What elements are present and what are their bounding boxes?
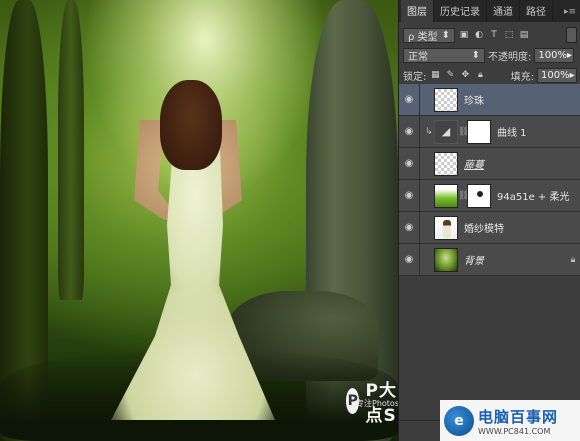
layer-thumbnail <box>434 87 458 112</box>
layer-name[interactable]: 94a51e + 柔光 <box>497 188 580 203</box>
tab-channels[interactable]: 通道 <box>487 0 520 22</box>
eye-icon[interactable]: ◉ <box>399 190 419 201</box>
eye-icon[interactable]: ◉ <box>399 222 419 233</box>
chevron-down-icon: ⬍ <box>441 29 450 41</box>
layer-row-curves[interactable]: ◉ ↳ ◢ ⛓︎ 曲线 1 <box>399 116 580 148</box>
tree-trunk-left-2 <box>58 0 84 300</box>
layer-divider <box>419 180 420 211</box>
layer-thumbnail <box>434 247 458 272</box>
filter-kind-value: ρ 类型 <box>408 31 438 43</box>
filter-kind-select[interactable]: ρ 类型 ⬍ <box>403 27 455 43</box>
lock-move-icon[interactable]: ✥ <box>459 69 471 81</box>
layer-row-background[interactable]: ◉ 背景 🔒︎ <box>399 244 580 276</box>
layer-divider <box>419 244 420 275</box>
opacity-label: 不透明度: <box>488 51 532 63</box>
document-canvas[interactable]: P P大点S 专注Photoshop教程 <box>0 0 398 441</box>
opacity-value: 100% <box>538 49 567 61</box>
filter-shape-icon[interactable]: ⬚ <box>503 29 515 41</box>
layer-name[interactable]: 背景 <box>464 252 565 267</box>
layer-row-bride[interactable]: ◉ 婚纱模特 <box>399 212 580 244</box>
tab-layers[interactable]: 图层 <box>401 0 434 22</box>
blend-mode-select[interactable]: 正常 ⬍ <box>403 47 485 63</box>
lock-row: 锁定: ▦ ✎ ✥ 🔒︎ 填充: 100% ▸ <box>399 65 580 85</box>
layer-name[interactable]: 曲线 1 <box>497 124 580 139</box>
panel-tabbar: 图层 历史记录 通道 路径 ▸≡ <box>399 0 580 22</box>
fill-field[interactable]: 100% ▸ <box>537 67 577 83</box>
layer-row-tree[interactable]: ◉ ⛓︎ 94a51e + 柔光 <box>399 180 580 212</box>
clipping-arrow-icon: ↳ <box>425 126 433 137</box>
filter-toggle[interactable] <box>566 27 577 43</box>
opacity-field[interactable]: 100% ▸ <box>534 47 575 63</box>
layer-divider <box>419 148 420 179</box>
site-logo-icon: e <box>444 405 474 436</box>
site-url: WWW.PC841.COM <box>478 426 551 436</box>
layer-thumbnail <box>434 151 458 176</box>
layers-list: ◉ 珍珠 ◉ ↳ ◢ ⛓︎ 曲线 1 ◉ 藤蔓 ◉ ⛓︎ 94a51e + 柔光… <box>399 84 580 276</box>
watermark-subtitle: 专注Photoshop教程 <box>356 399 398 408</box>
lock-transparent-icon[interactable]: ▦ <box>429 69 441 81</box>
layer-name[interactable]: 婚纱模特 <box>464 220 580 235</box>
link-chain-icon[interactable]: ⛓︎ <box>458 191 469 201</box>
layer-row-vines[interactable]: ◉ 藤蔓 <box>399 148 580 180</box>
eye-icon[interactable]: ◉ <box>399 126 419 137</box>
site-banner: e 电脑百事网 WWW.PC841.COM <box>440 400 580 441</box>
curves-adjustment-icon: ◢ <box>434 119 458 144</box>
filter-row: ρ 类型 ⬍ ▣ ◐ T ⬚ ▤ <box>399 25 580 45</box>
filter-adjustment-icon[interactable]: ◐ <box>473 29 485 41</box>
eye-icon[interactable]: ◉ <box>399 158 419 169</box>
lock-label: 锁定: <box>403 71 427 83</box>
blend-row: 正常 ⬍ 不透明度: 100% ▸ <box>399 45 580 65</box>
filter-type-icon[interactable]: T <box>488 29 500 41</box>
eye-icon[interactable]: ◉ <box>399 94 419 105</box>
filter-smart-object-icon[interactable]: ▤ <box>518 29 530 41</box>
lock-brush-icon[interactable]: ✎ <box>444 69 456 81</box>
layer-lock-icon[interactable]: 🔒︎ <box>565 255 580 265</box>
layer-name[interactable]: 藤蔓 <box>464 156 580 171</box>
layer-mask-thumbnail[interactable] <box>467 119 491 144</box>
filter-pixel-icon[interactable]: ▣ <box>458 29 470 41</box>
fill-value: 100% <box>541 69 570 81</box>
layer-divider <box>419 116 420 147</box>
tab-paths[interactable]: 路径 <box>520 0 553 22</box>
tab-history[interactable]: 历史记录 <box>434 0 487 22</box>
site-name: 电脑百事网 <box>478 407 559 426</box>
site-text: 电脑百事网 WWW.PC841.COM <box>478 406 558 436</box>
layer-thumbnail <box>434 215 458 240</box>
eye-icon[interactable]: ◉ <box>399 254 419 265</box>
blend-mode-value: 正常 <box>408 51 428 63</box>
fill-label: 填充: <box>510 71 534 83</box>
layer-mask-thumbnail[interactable] <box>467 183 491 208</box>
chevron-down-icon: ⬍ <box>471 49 480 61</box>
chevron-right-icon: ▸ <box>569 69 575 81</box>
layers-panel: 图层 历史记录 通道 路径 ▸≡ ρ 类型 ⬍ ▣ ◐ T ⬚ ▤ 正常 ⬍ 不… <box>398 0 580 441</box>
layer-name[interactable]: 珍珠 <box>464 92 580 107</box>
layer-divider <box>419 84 420 115</box>
layer-row-pearl[interactable]: ◉ 珍珠 <box>399 84 580 116</box>
chevron-right-icon: ▸ <box>566 49 572 61</box>
layer-thumbnail <box>434 183 458 208</box>
layer-divider <box>419 212 420 243</box>
link-chain-icon[interactable]: ⛓︎ <box>458 127 469 137</box>
panel-menu-icon[interactable]: ▸≡ <box>559 7 580 22</box>
bride-hair <box>160 80 222 170</box>
lock-all-icon[interactable]: 🔒︎ <box>474 69 486 81</box>
